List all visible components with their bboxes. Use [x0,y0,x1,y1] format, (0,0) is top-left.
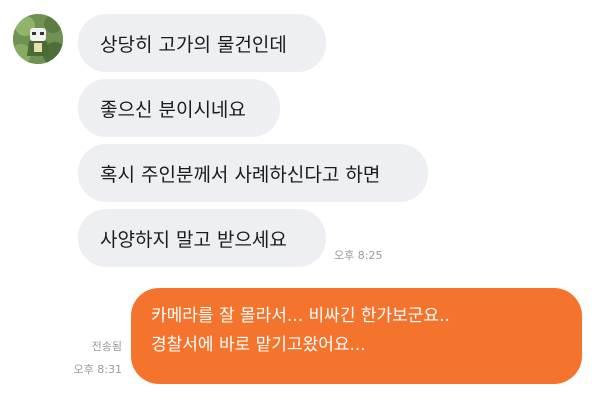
message-text-line: 카메라를 잘 몰라서... 비싸긴 한가보군요.. [151,306,450,326]
message-text: 좋으신 분이시네요 [100,98,246,121]
message-text-line: 경찰서에 바로 맡기고왔어요... [151,335,366,355]
message-text: 사양하지 말고 받으세요 [100,228,287,251]
incoming-message-bubble[interactable]: 사양하지 말고 받으세요 [78,209,326,267]
incoming-message-bubble[interactable]: 상당히 고가의 물건인데 [78,14,326,72]
incoming-timestamp: 오후 8:25 [334,249,383,262]
outgoing-message-bubble[interactable]: 카메라를 잘 몰라서... 비싸긴 한가보군요.. 경찰서에 바로 맡기고왔어요… [131,288,582,384]
outgoing-timestamp: 오후 8:31 [73,363,122,376]
message-text: 상당히 고가의 물건인데 [100,33,287,56]
incoming-message-bubble[interactable]: 혹시 주인분께서 사례하신다고 하면 [78,144,428,202]
message-text: 혹시 주인분께서 사례하신다고 하면 [100,163,381,186]
incoming-message-bubble[interactable]: 좋으신 분이시네요 [78,79,280,137]
sender-avatar-icon[interactable] [13,14,63,64]
sent-status-label: 전송됨 [91,340,122,353]
